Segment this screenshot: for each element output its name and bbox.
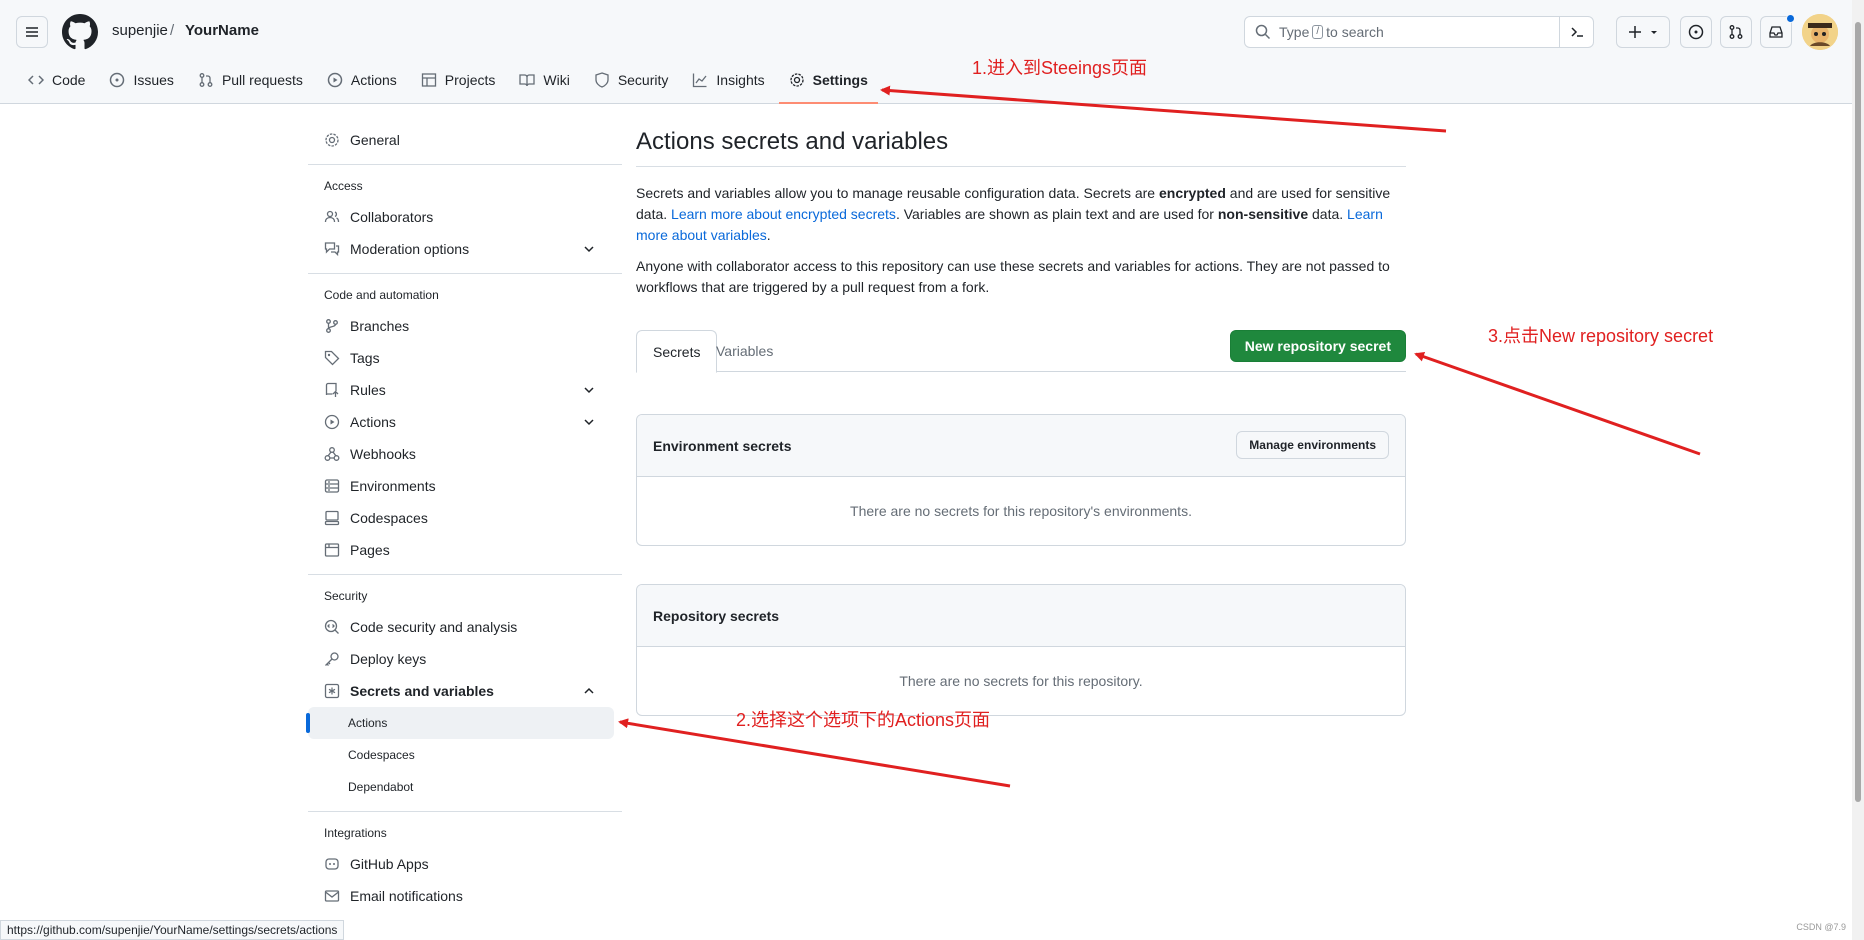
annotation-step3: 3.点击New repository secret [1488, 326, 1714, 346]
annotation-step1: 1.进入到Steeings页面 [972, 58, 1148, 78]
arrow-to-new-secret [1414, 351, 1701, 456]
link-status-bar: https://github.com/supenjie/YourName/set… [0, 920, 345, 940]
arrow-to-settings [880, 85, 1447, 133]
watermark: CSDN @7.9 [1796, 922, 1846, 932]
vertical-scrollbar[interactable] [1852, 0, 1864, 940]
annotation-arrows [618, 85, 1701, 788]
scrollbar-thumb[interactable] [1855, 22, 1861, 802]
annotation-step2: 2.选择这个选项下的Actions页面 [736, 710, 991, 730]
